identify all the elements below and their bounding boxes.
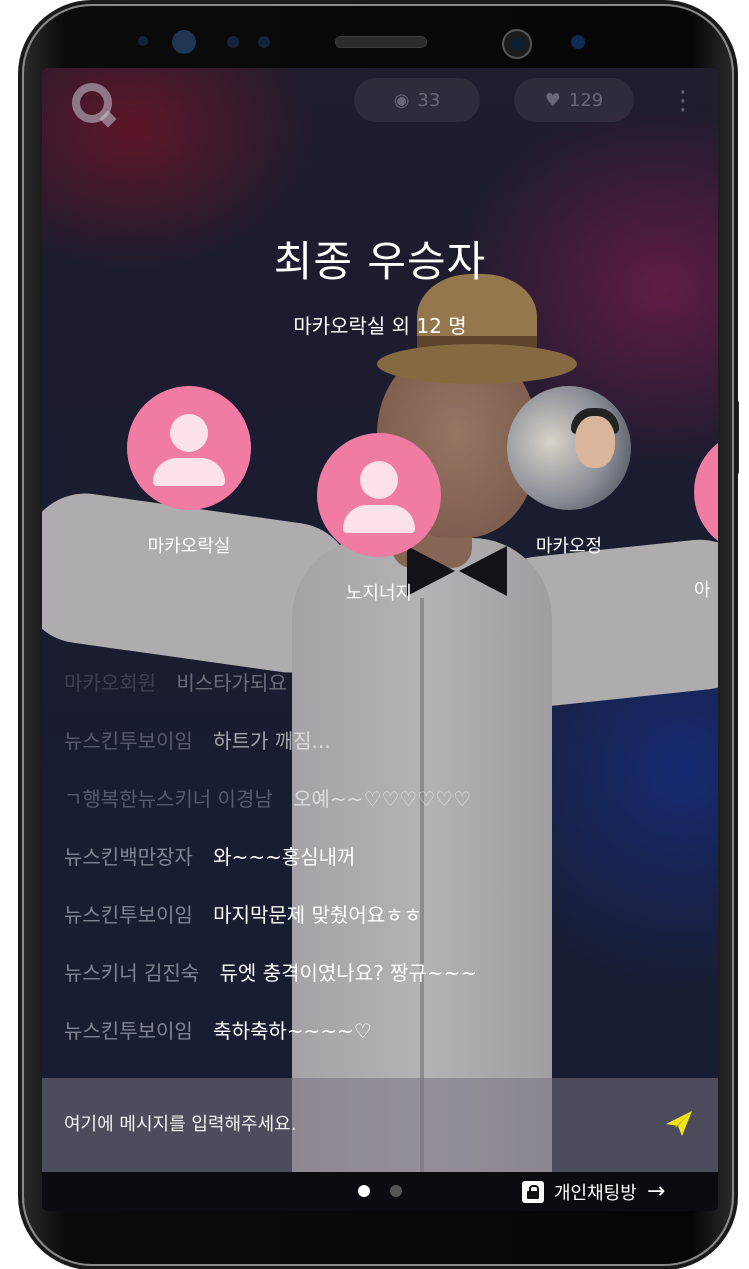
chat-username: 뉴스킨백만장자 [64,845,193,869]
chat-text: 오예~~♡♡♡♡♡♡ [293,787,472,811]
avatar [694,430,718,554]
chat-text: 마지막문제 맞췄어요ㅎㅎ [213,903,422,927]
chat-text: 와~~~홍심내꺼 [213,845,356,869]
send-paper-plane-icon[interactable] [664,1108,694,1138]
winner-item[interactable]: 마카오락실 [124,386,254,558]
winner-subtitle: 마카오락실 외 12 명 [293,314,467,338]
sensor-icon [571,35,585,49]
chat-message: 뉴스킨투보이임 축하축하~~~~♡ [64,1002,704,1060]
chat-username: 뉴스킨투보이임 [64,729,193,753]
viewer-count-pill: ◉ 33 [354,78,480,122]
winner-item[interactable]: 마카오정 [504,386,634,558]
winner-name: 마카오정 [535,536,603,557]
lock-icon [522,1180,544,1203]
sensor-icon [138,36,148,46]
chat-text: 축하축하~~~~♡ [213,1019,372,1043]
sensor-icon [258,36,270,48]
earpiece-speaker [335,36,427,48]
winner-item[interactable]: 노지너지 [314,433,444,605]
chat-username: 마카오회원 [64,671,156,695]
page-indicator[interactable] [390,1185,402,1197]
private-chat-button[interactable]: 개인채팅방 → [522,1172,665,1211]
more-vertical-icon[interactable]: ⋮ [670,82,696,122]
avatar [317,433,441,557]
bottom-bar: 개인채팅방 → [42,1172,718,1211]
heart-icon: ♥ [544,89,561,111]
front-camera-icon [502,29,532,59]
heart-count: 129 [568,89,604,111]
chat-message: ㄱ행복한뉴스키너 이경남 오예~~♡♡♡♡♡♡ [64,770,704,828]
viewer-count: 33 [417,89,441,111]
winner-item[interactable]: 아 [694,430,718,602]
arrow-right-icon: → [646,1179,666,1204]
chat-message: 마카오회원 비스타가되요 [64,654,704,712]
chat-username: 뉴스키너 김진숙 [64,961,200,985]
chat-text: 하트가 깨짐... [213,729,331,753]
page-indicator-active[interactable] [358,1185,370,1197]
chat-text: 비스타가되요 [176,671,287,695]
avatar-photo [507,386,631,510]
chat-username: 뉴스킨투보이임 [64,903,193,927]
winner-name: 노지너지 [345,583,413,604]
eye-icon: ◉ [393,89,410,111]
winner-name: 아 [694,580,711,601]
chat-message: 뉴스킨투보이임 마지막문제 맞췄어요ㅎㅎ [64,886,704,944]
q-logo-icon[interactable] [72,83,112,123]
chat-text: 듀엣 충격이였나요? 짱규~~~ [219,961,478,985]
chat-list: 마카오회원 비스타가되요 뉴스킨투보이임 하트가 깨짐... ㄱ행복한뉴스키너 … [64,654,704,1060]
iris-sensor-icon [172,30,196,54]
message-input[interactable]: 여기에 메시지를 입력해주세요. [64,1078,296,1172]
message-input-bar[interactable]: 여기에 메시지를 입력해주세요. [42,1078,718,1172]
chat-message: 뉴스킨투보이임 하트가 깨짐... [64,712,704,770]
chat-message: 뉴스키너 김진숙 듀엣 충격이였나요? 짱규~~~ [64,944,704,1002]
chat-username: 뉴스킨투보이임 [64,1019,193,1043]
heart-count-pill[interactable]: ♥ 129 [514,78,634,122]
app-screen: ◉ 33 ♥ 129 ⋮ 최종 우승자 마카오락실 외 12 명 마카오락실 노… [42,68,718,1211]
winner-title: 최종 우승자 [273,237,487,286]
winner-name: 마카오락실 [147,536,231,557]
sensor-icon [227,36,239,48]
avatar [127,386,251,510]
chat-message: 뉴스킨백만장자 와~~~홍심내꺼 [64,828,704,886]
private-chat-label: 개인채팅방 [554,1182,637,1204]
chat-username: ㄱ행복한뉴스키너 이경남 [64,787,273,811]
